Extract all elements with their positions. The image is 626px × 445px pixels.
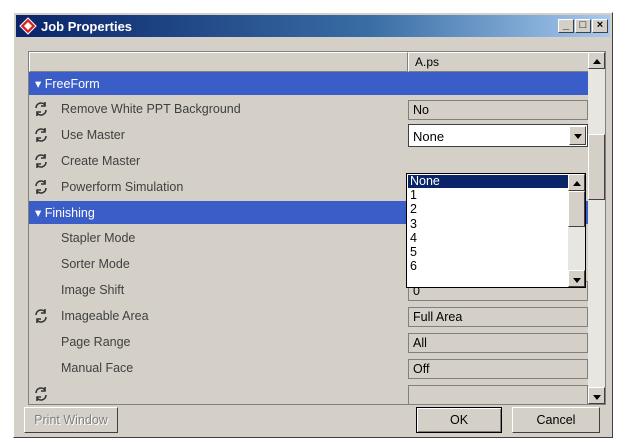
use-master-combobox[interactable]: None <box>408 124 588 147</box>
property-row[interactable]: Manual Face Off <box>29 356 589 382</box>
arrow-up-icon <box>592 59 601 64</box>
property-row[interactable]: Use Master None <box>29 123 589 149</box>
app-logo-icon <box>19 17 37 35</box>
section-label: ▾ FreeForm <box>35 77 100 91</box>
dropdown-option[interactable]: 1 <box>408 189 569 202</box>
scroll-down-button[interactable] <box>588 387 605 404</box>
property-label: Stapler Mode <box>61 231 136 245</box>
property-value[interactable]: Full Area <box>408 307 588 327</box>
refresh-icon <box>33 101 49 117</box>
dropdown-option[interactable]: None <box>408 175 569 188</box>
minimize-button[interactable]: _ <box>558 19 574 33</box>
refresh-icon <box>33 179 49 195</box>
dropdown-option[interactable]: 6 <box>408 260 569 273</box>
refresh-icon <box>33 386 49 402</box>
dropdown-scroll-up-button[interactable] <box>568 174 585 191</box>
property-value[interactable]: Off <box>408 359 588 379</box>
ok-button[interactable]: OK <box>416 407 502 433</box>
job-properties-dialog: Job Properties _ □ × A.ps ▾ FreeForm Remo… <box>13 12 613 438</box>
property-row[interactable]: Create Master <box>29 149 589 175</box>
dropdown-option[interactable]: 4 <box>408 231 569 245</box>
file-column-header: A.ps <box>408 52 589 72</box>
property-value[interactable]: All <box>408 333 588 353</box>
property-label: Page Range <box>61 335 131 349</box>
dropdown-option[interactable]: 3 <box>408 217 569 231</box>
property-label: Use Master <box>61 128 125 142</box>
refresh-icon <box>33 127 49 143</box>
window-title: Job Properties <box>41 19 133 34</box>
property-row[interactable]: Remove White PPT Background No <box>29 97 589 123</box>
combobox-value: None <box>413 129 445 144</box>
dropdown-scrollbar[interactable] <box>568 174 585 287</box>
property-row[interactable]: Imageable Area Full Area <box>29 304 589 330</box>
property-label: Create Master <box>61 154 141 168</box>
property-row[interactable]: Page Range All <box>29 330 589 356</box>
arrow-up-icon <box>572 181 581 186</box>
maximize-button[interactable]: □ <box>575 19 591 33</box>
grid-scrollbar[interactable] <box>588 52 605 404</box>
property-label: Powerform Simulation <box>61 180 184 194</box>
cancel-button[interactable]: Cancel <box>512 407 600 433</box>
arrow-down-icon <box>592 395 601 400</box>
dropdown-option[interactable]: 2 <box>408 203 569 216</box>
property-label: Imageable Area <box>61 309 149 323</box>
combobox-dropdown-button[interactable] <box>569 126 586 145</box>
property-label: Manual Face <box>61 361 134 375</box>
dropdown-scroll-thumb[interactable] <box>568 191 585 227</box>
grid-header-row: A.ps <box>29 52 589 72</box>
property-value[interactable]: No <box>408 100 588 120</box>
print-window-button[interactable]: Print Window <box>24 407 118 433</box>
title-bar[interactable]: Job Properties _ □ × <box>16 15 610 37</box>
property-label: Image Shift <box>61 283 125 297</box>
property-column-header <box>29 52 408 72</box>
dropdown-scroll-down-button[interactable] <box>568 270 585 287</box>
property-value[interactable] <box>408 385 588 404</box>
property-row[interactable] <box>29 382 589 404</box>
close-button[interactable]: × <box>592 19 608 33</box>
refresh-icon <box>33 153 49 169</box>
arrow-down-icon <box>573 134 582 139</box>
section-label: ▾ Finishing <box>35 206 95 220</box>
dropdown-option[interactable]: 5 <box>408 246 569 259</box>
scroll-thumb[interactable] <box>588 134 605 200</box>
arrow-down-icon <box>572 278 581 283</box>
property-label: Sorter Mode <box>61 257 130 271</box>
property-label: Remove White PPT Background <box>61 102 241 116</box>
section-header-freeform[interactable]: ▾ FreeForm <box>29 72 589 95</box>
scroll-up-button[interactable] <box>588 52 605 69</box>
refresh-icon <box>33 308 49 324</box>
use-master-dropdown-list[interactable]: None 1 2 3 4 5 6 <box>406 173 586 288</box>
